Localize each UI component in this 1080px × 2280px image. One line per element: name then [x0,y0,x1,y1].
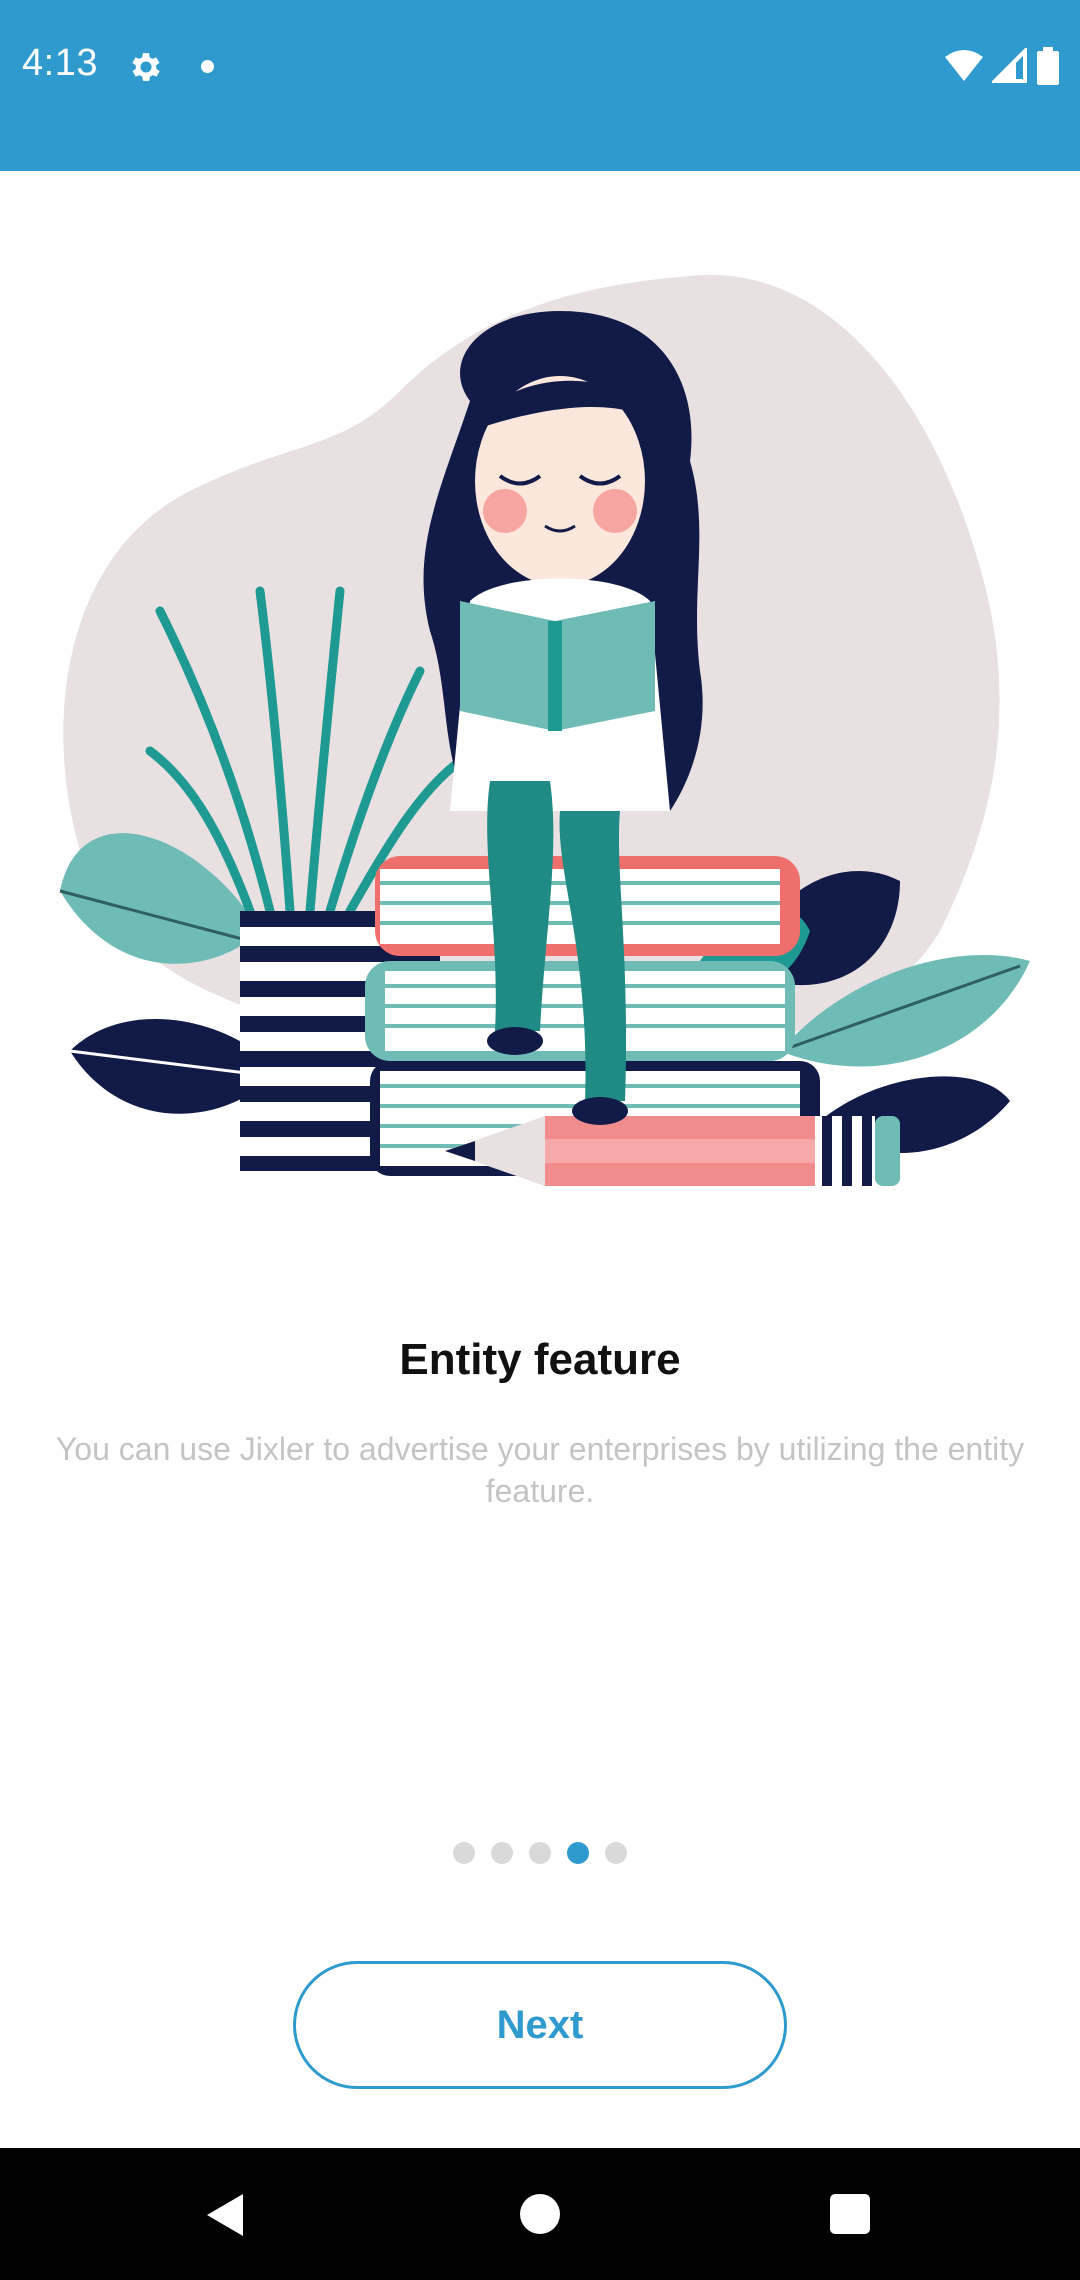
recents-icon[interactable] [830,2194,870,2234]
woman-reading-on-books-illustration [59,274,1030,1186]
back-icon[interactable] [203,2192,247,2238]
battery-icon [1037,47,1059,85]
next-button[interactable]: Next [293,1961,787,2089]
page-indicator-dot [453,1842,475,1864]
onboarding-title: Entity feature [399,1335,681,1384]
page-indicator-dot [529,1842,551,1864]
onboarding-description: You can use Jixler to advertise your ent… [55,1431,1025,1509]
status-time: 4:13 [22,42,98,84]
notification-dot-icon [201,60,214,73]
system-nav-bar [0,2148,1080,2280]
page-indicator [0,1842,1080,1864]
status-bar: 4:13 [0,0,1080,171]
status-icons [944,46,1060,86]
home-icon[interactable] [520,2194,560,2234]
page-indicator-dot-active [567,1842,589,1864]
page-indicator-dot [491,1842,513,1864]
wifi-icon [945,50,983,81]
gear-icon [132,53,160,81]
cellular-signal-icon [992,48,1027,83]
page-indicator-dot [605,1842,627,1864]
